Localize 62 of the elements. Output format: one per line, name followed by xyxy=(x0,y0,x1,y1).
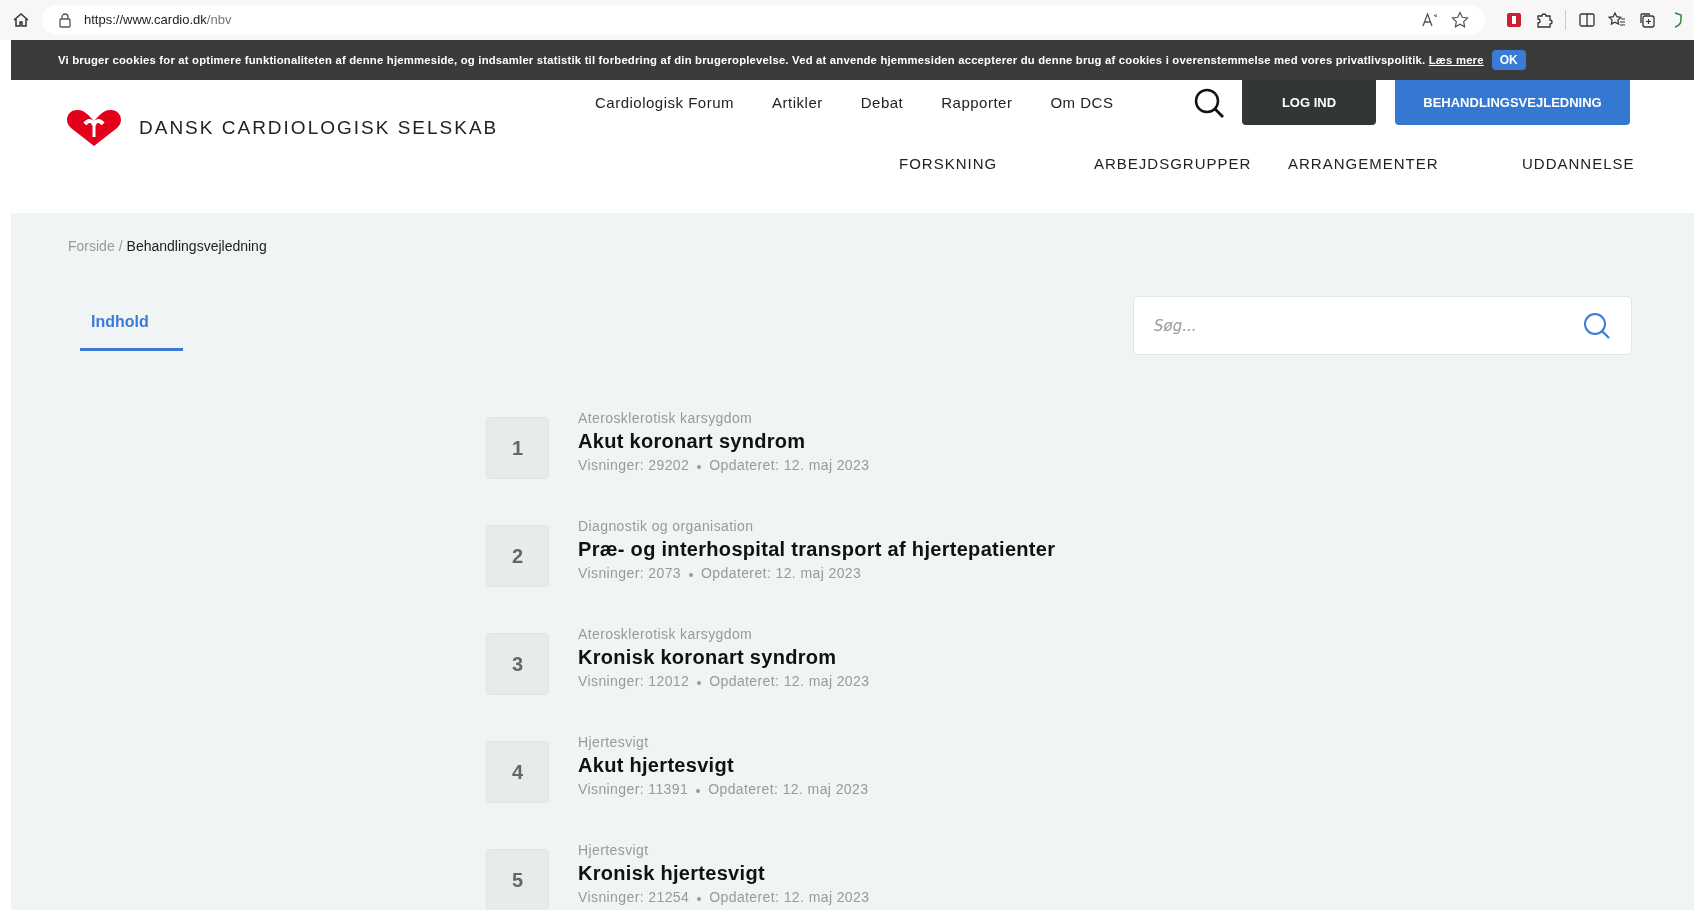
read-more-link[interactable]: Læs mere xyxy=(1428,53,1484,66)
collections-icon[interactable] xyxy=(1638,11,1656,29)
bullet-icon xyxy=(697,896,702,901)
lock-icon xyxy=(58,12,72,28)
views-count: Visninger: 21254 xyxy=(578,888,690,907)
guideline-title-link[interactable]: Akut koronart syndrom xyxy=(578,427,870,455)
home-icon[interactable] xyxy=(12,11,30,29)
updated-date: Opdateret: 12. maj 2023 xyxy=(709,888,870,907)
split-screen-icon[interactable] xyxy=(1578,11,1596,29)
url-text: https://www.cardio.dk/nbv xyxy=(84,11,232,30)
number-badge: 3 xyxy=(486,633,549,695)
nav-link[interactable]: Debat xyxy=(860,91,904,115)
category-label: Hjertesvigt xyxy=(578,733,650,751)
nav-link[interactable]: Rapporter xyxy=(941,91,1013,115)
guideline-title-link[interactable]: Akut hjertesvigt xyxy=(578,751,869,779)
nav-link[interactable]: Cardiologisk Forum xyxy=(595,91,735,115)
bullet-icon xyxy=(697,680,702,685)
updated-date: Opdateret: 12. maj 2023 xyxy=(709,672,870,691)
bullet-icon xyxy=(696,788,701,793)
bullet-icon xyxy=(697,464,702,469)
heart-logo-icon xyxy=(65,108,123,148)
guideline-title-link[interactable]: Kronisk hjertesvigt xyxy=(578,859,870,887)
category-label: Aterosklerotisk karsygdom xyxy=(578,409,754,427)
tab[interactable]: Indhold xyxy=(80,310,183,351)
search-field[interactable]: Søg... xyxy=(1133,296,1632,355)
category-label: Hjertesvigt xyxy=(578,841,650,859)
guidelines-button[interactable]: BEHANDLINGSVEJLEDNING xyxy=(1395,80,1630,125)
updated-date: Opdateret: 12. maj 2023 xyxy=(701,564,862,583)
views-count: Visninger: 12012 xyxy=(578,672,690,691)
number-badge: 1 xyxy=(486,417,549,479)
puzzle-icon[interactable] xyxy=(1535,11,1553,29)
number-badge: 4 xyxy=(486,741,549,803)
read-aloud-icon[interactable] xyxy=(1421,12,1439,28)
logo-text: DANSK CARDIOLOGISK SELSKAB xyxy=(139,115,499,140)
nav-link[interactable]: ARBEJDSGRUPPER xyxy=(1094,155,1252,172)
nav-link[interactable]: Artikler xyxy=(772,91,823,115)
star-icon[interactable] xyxy=(1451,11,1469,29)
address-bar[interactable]: https://www.cardio.dk/nbv xyxy=(42,5,1485,35)
nav-link[interactable]: ARRANGEMENTER xyxy=(1288,155,1439,172)
category-label: Aterosklerotisk karsygdom xyxy=(578,625,754,643)
login-button[interactable]: LOG IND xyxy=(1242,80,1376,125)
guideline-title-link[interactable]: Præ- og interhospital transport af hjertepatienter xyxy=(578,535,1056,563)
search-icon[interactable] xyxy=(1194,88,1226,120)
updated-date: Opdateret: 12. maj 2023 xyxy=(709,456,870,475)
favorites-icon[interactable] xyxy=(1608,11,1626,29)
nav-link[interactable]: Om DCS xyxy=(1050,91,1114,115)
nav-link[interactable]: FORSKNING xyxy=(899,155,998,172)
views-count: Visninger: 11391 xyxy=(578,780,689,799)
bullet-icon xyxy=(689,572,694,577)
number-badge: 5 xyxy=(486,849,549,910)
guideline-title-link[interactable]: Kronisk koronart syndrom xyxy=(578,643,870,671)
extension-icon[interactable] xyxy=(1505,11,1523,29)
category-label: Diagnostik og organisation xyxy=(578,517,755,535)
breadcrumb-current: Behandlingsvejledning xyxy=(126,237,267,256)
breadcrumb-separator: / xyxy=(118,237,123,256)
updated-date: Opdateret: 12. maj 2023 xyxy=(708,780,869,799)
ok-button[interactable]: OK xyxy=(1491,50,1526,70)
views-count: Visninger: 2073 xyxy=(578,564,682,583)
cookie-notice: Vi bruger cookies for at optimere funktionaliteten af denne hjemmeside, og indsamler statistik til forbedring af din brugeroplevelse. Ved at anvende hjemmesiden accepterer du denne brug af cookies i overenstemmelse med vores privatlivspolitik. Læs mere xyxy=(58,52,1484,68)
nav-link[interactable]: UDDANNELSE xyxy=(1522,155,1635,172)
number-badge: 2 xyxy=(486,525,549,587)
views-count: Visninger: 29202 xyxy=(578,456,690,475)
